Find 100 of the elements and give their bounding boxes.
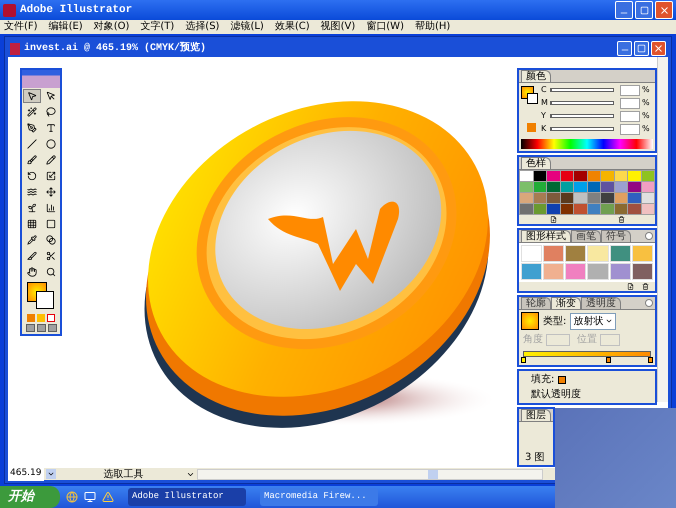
panel-tab[interactable]: 符号 xyxy=(601,230,631,242)
color-swatch[interactable] xyxy=(534,193,546,203)
color-swatch[interactable] xyxy=(588,204,600,214)
color-swatch[interactable] xyxy=(601,171,614,181)
color-swatch[interactable] xyxy=(520,171,532,181)
color-swatch[interactable] xyxy=(574,171,586,181)
menu-item[interactable]: 帮助(H) xyxy=(414,21,450,33)
style-swatch[interactable] xyxy=(610,245,631,262)
color-swatch[interactable] xyxy=(588,182,600,192)
panel-tab[interactable]: 轮廓 xyxy=(521,297,551,309)
color-swatch[interactable] xyxy=(601,193,614,203)
minimize-button[interactable] xyxy=(617,41,632,56)
color-swatch[interactable] xyxy=(628,182,640,192)
style-swatch[interactable] xyxy=(632,263,653,280)
maximize-button[interactable] xyxy=(635,1,653,19)
gradient-stop[interactable] xyxy=(606,357,611,363)
channel-field[interactable] xyxy=(620,98,640,108)
taskbar-button[interactable]: Adobe Illustrator xyxy=(128,488,246,506)
maximize-button[interactable] xyxy=(634,41,649,56)
tool-button[interactable] xyxy=(23,89,41,103)
menu-item[interactable]: 滤镜(L) xyxy=(230,21,264,33)
channel-field[interactable] xyxy=(620,124,640,134)
globe-icon[interactable] xyxy=(66,491,78,503)
style-swatch[interactable] xyxy=(565,245,586,262)
panel-menu-icon[interactable] xyxy=(645,299,653,307)
new-swatch-icon[interactable] xyxy=(550,216,556,223)
panel-tab[interactable]: 颜色 xyxy=(521,70,551,82)
vertical-scrollbar[interactable] xyxy=(657,57,668,402)
color-swatch[interactable] xyxy=(534,204,546,214)
color-swatch[interactable] xyxy=(642,171,654,181)
style-swatch[interactable] xyxy=(521,263,542,280)
color-swatch[interactable] xyxy=(574,182,586,192)
menu-item[interactable]: 编辑(E) xyxy=(48,21,83,33)
color-swatch[interactable] xyxy=(547,193,560,203)
color-swatch[interactable] xyxy=(601,182,614,192)
delete-icon[interactable] xyxy=(642,283,649,290)
color-spectrum[interactable] xyxy=(521,139,653,149)
new-style-icon[interactable] xyxy=(627,283,634,290)
gradient-stop[interactable] xyxy=(521,357,526,363)
style-swatch[interactable] xyxy=(565,263,586,280)
channel-field[interactable] xyxy=(620,110,640,122)
menu-item[interactable]: 选择(S) xyxy=(185,21,220,33)
menu-item[interactable]: 视图(V) xyxy=(320,21,356,33)
out-of-gamut-swatch[interactable] xyxy=(527,123,536,132)
color-swatch[interactable] xyxy=(574,193,586,203)
delete-icon[interactable] xyxy=(618,216,624,223)
close-button[interactable] xyxy=(651,41,666,56)
style-swatch[interactable] xyxy=(587,263,609,280)
color-swatch[interactable] xyxy=(560,204,573,214)
minimize-button[interactable] xyxy=(615,1,633,19)
panel-tab[interactable]: 色样 xyxy=(521,157,551,169)
taskbar-button[interactable]: Macromedia Firew... xyxy=(260,488,378,506)
menu-item[interactable]: 文件(F) xyxy=(4,21,38,33)
color-swatch[interactable] xyxy=(520,204,532,214)
style-swatch[interactable] xyxy=(632,245,653,262)
angle-field[interactable] xyxy=(546,334,570,346)
color-swatch[interactable] xyxy=(628,204,640,214)
color-swatch[interactable] xyxy=(560,171,573,181)
start-button[interactable]: 开始 xyxy=(0,486,60,508)
color-swatch[interactable] xyxy=(642,204,654,214)
color-swatch[interactable] xyxy=(614,204,627,214)
menu-item[interactable]: 窗口(W) xyxy=(366,21,404,33)
style-swatch[interactable] xyxy=(587,245,609,262)
panel-tab[interactable]: 图层 xyxy=(521,409,551,421)
color-swatch[interactable] xyxy=(560,193,573,203)
panel-tab[interactable]: 渐变 xyxy=(551,297,581,309)
style-swatch[interactable] xyxy=(543,245,564,262)
color-swatch[interactable] xyxy=(601,204,614,214)
color-swatch[interactable] xyxy=(547,171,560,181)
color-swatch[interactable] xyxy=(534,171,546,181)
zoom-field[interactable]: 465.19 xyxy=(8,467,44,481)
zoom-dropdown-button[interactable] xyxy=(46,469,56,479)
color-swatch[interactable] xyxy=(642,193,654,203)
warning-icon[interactable] xyxy=(102,491,114,503)
color-swatch[interactable] xyxy=(574,204,586,214)
color-mode-icon[interactable] xyxy=(27,314,35,322)
color-swatch[interactable] xyxy=(520,193,532,203)
type-dropdown[interactable]: 放射状 xyxy=(570,312,616,330)
color-swatch[interactable] xyxy=(588,171,600,181)
panel-tab[interactable]: 画笔 xyxy=(571,230,601,242)
gradient-stop[interactable] xyxy=(648,357,653,363)
color-swatch[interactable] xyxy=(547,204,560,214)
color-swatch[interactable] xyxy=(588,193,600,203)
color-swatch[interactable] xyxy=(642,182,654,192)
status-tool[interactable]: 选取工具 xyxy=(64,468,184,480)
stroke-swatch[interactable] xyxy=(527,93,538,104)
color-swatch[interactable] xyxy=(534,182,546,192)
color-swatch[interactable] xyxy=(614,171,627,181)
position-field[interactable] xyxy=(600,334,620,346)
monitor-icon[interactable] xyxy=(84,491,96,503)
horizontal-scrollbar[interactable] xyxy=(196,468,543,480)
color-swatch[interactable] xyxy=(628,193,640,203)
panel-menu-icon[interactable] xyxy=(645,232,653,240)
menu-item[interactable]: 效果(C) xyxy=(274,21,310,33)
color-swatch[interactable] xyxy=(614,182,627,192)
color-swatch[interactable] xyxy=(560,182,573,192)
fill-swatch[interactable] xyxy=(558,376,566,384)
none-mode-icon[interactable] xyxy=(47,314,55,322)
panel-tab[interactable]: 图形样式 xyxy=(521,230,571,242)
panel-tab[interactable]: 透明度 xyxy=(581,297,621,309)
